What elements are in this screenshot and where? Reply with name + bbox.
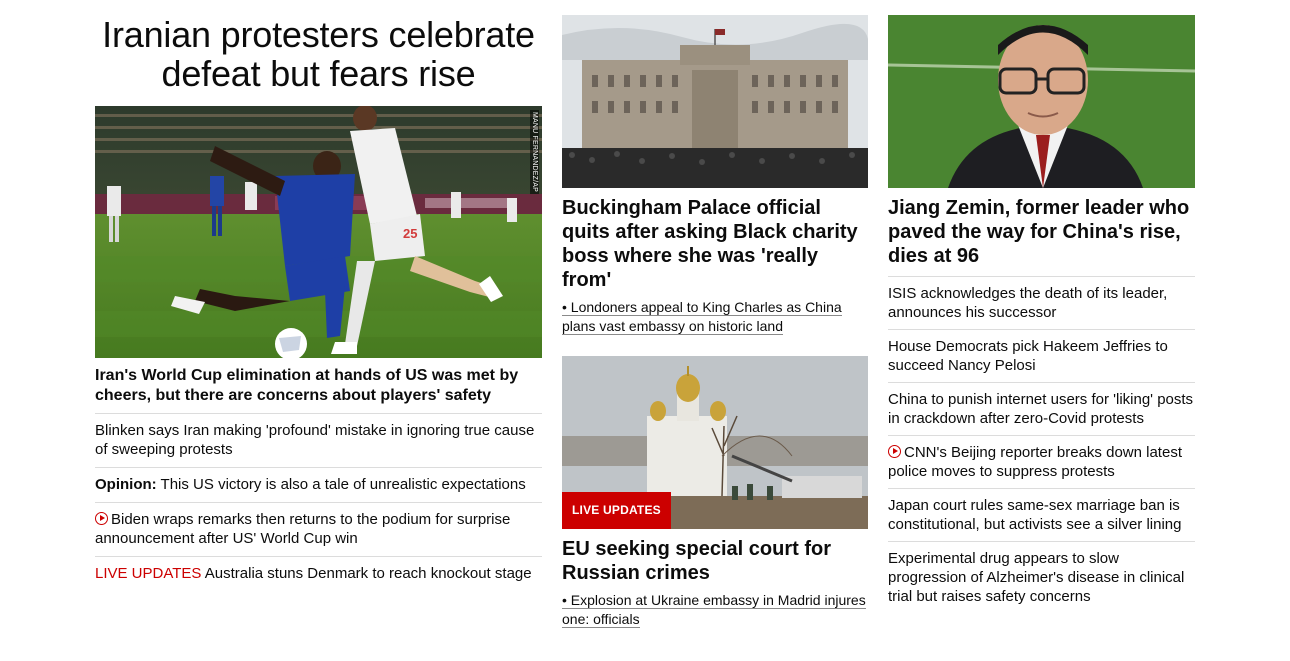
right-related-links: ISIS acknowledges the death of its leade… bbox=[888, 276, 1195, 613]
eu-court-headline[interactable]: EU seeking special court for Russian cri… bbox=[562, 537, 868, 585]
link-text[interactable]: Blinken says Iran making 'profound' mist… bbox=[95, 422, 534, 458]
portrait-photo-illustration bbox=[888, 15, 1195, 188]
lead-story-image[interactable]: 25 MANU FERNANDEZ/AP bbox=[95, 106, 542, 358]
list-item[interactable]: Opinion: This US victory is also a tale … bbox=[95, 468, 542, 503]
lead-story-column: Iranian protesters celebrate defeat but … bbox=[95, 15, 542, 591]
link-text[interactable]: Biden wraps remarks then returns to the … bbox=[95, 511, 510, 547]
middle-stories-column: Buckingham Palace official quits after a… bbox=[562, 15, 868, 629]
bullet-glyph: • bbox=[562, 592, 571, 608]
sub-link-text[interactable]: Londoners appeal to King Charles as Chin… bbox=[562, 299, 842, 334]
live-updates-label: LIVE UPDATES bbox=[95, 565, 202, 582]
live-updates-badge: LIVE UPDATES bbox=[562, 492, 671, 529]
opinion-label: Opinion: bbox=[95, 476, 157, 493]
link-text[interactable]: Australia stuns Denmark to reach knockou… bbox=[201, 565, 532, 582]
buckingham-palace-image[interactable] bbox=[562, 15, 868, 188]
jiang-zemin-headline[interactable]: Jiang Zemin, former leader who paved the… bbox=[888, 196, 1195, 268]
play-icon bbox=[95, 512, 108, 525]
link-text[interactable]: ISIS acknowledges the death of its leade… bbox=[888, 285, 1167, 321]
soccer-photo-illustration: 25 bbox=[95, 106, 542, 358]
list-item[interactable]: House Democrats pick Hakeem Jeffries to … bbox=[888, 330, 1195, 383]
list-item[interactable]: LIVE UPDATES Australia stuns Denmark to … bbox=[95, 557, 542, 591]
lead-related-links: Blinken says Iran making 'profound' mist… bbox=[95, 414, 542, 591]
link-text[interactable]: China to punish internet users for 'liki… bbox=[888, 391, 1193, 427]
buckingham-headline[interactable]: Buckingham Palace official quits after a… bbox=[562, 196, 868, 292]
bullet-glyph: • bbox=[562, 299, 571, 315]
list-item[interactable]: Japan court rules same-sex marriage ban … bbox=[888, 489, 1195, 542]
lead-headline[interactable]: Iranian protesters celebrate defeat but … bbox=[95, 15, 542, 93]
link-text[interactable]: CNN's Beijing reporter breaks down lates… bbox=[888, 444, 1182, 480]
sub-link-text[interactable]: Explosion at Ukraine embassy in Madrid i… bbox=[562, 592, 866, 627]
list-item[interactable]: Blinken says Iran making 'profound' mist… bbox=[95, 414, 542, 468]
photo-credit: MANU FERNANDEZ/AP bbox=[530, 110, 539, 195]
play-icon bbox=[888, 445, 901, 458]
list-item[interactable]: CNN's Beijing reporter breaks down lates… bbox=[888, 436, 1195, 489]
list-item[interactable]: Experimental drug appears to slow progre… bbox=[888, 542, 1195, 613]
link-text[interactable]: House Democrats pick Hakeem Jeffries to … bbox=[888, 338, 1168, 374]
jiang-zemin-image[interactable] bbox=[888, 15, 1195, 188]
list-item[interactable]: China to punish internet users for 'liki… bbox=[888, 383, 1195, 436]
right-stories-column: Jiang Zemin, former leader who paved the… bbox=[888, 15, 1195, 613]
link-text[interactable]: This US victory is also a tale of unreal… bbox=[157, 476, 526, 493]
list-item[interactable]: Biden wraps remarks then returns to the … bbox=[95, 503, 542, 557]
palace-photo-illustration bbox=[562, 15, 868, 188]
list-item[interactable]: ISIS acknowledges the death of its leade… bbox=[888, 277, 1195, 330]
link-text[interactable]: Experimental drug appears to slow progre… bbox=[888, 550, 1184, 605]
lead-story-headline[interactable]: Iran's World Cup elimination at hands of… bbox=[95, 366, 542, 414]
svg-text:25: 25 bbox=[403, 226, 417, 241]
ukraine-church-image[interactable]: LIVE UPDATES bbox=[562, 356, 868, 529]
link-text[interactable]: Japan court rules same-sex marriage ban … bbox=[888, 497, 1181, 533]
madrid-explosion-sub-link[interactable]: • Explosion at Ukraine embassy in Madrid… bbox=[562, 591, 868, 629]
buckingham-sub-link[interactable]: • Londoners appeal to King Charles as Ch… bbox=[562, 298, 868, 336]
